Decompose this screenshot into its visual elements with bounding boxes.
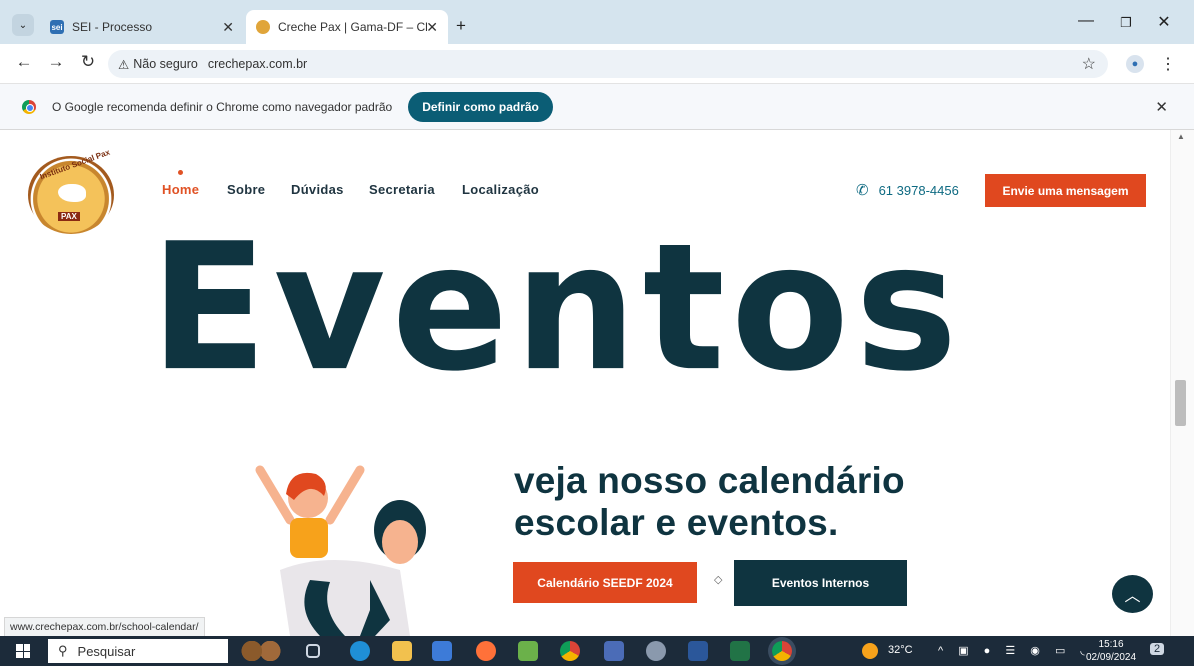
time: 15:16: [1098, 639, 1124, 650]
firefox-icon[interactable]: [476, 641, 496, 661]
page-scrollbar[interactable]: ▲: [1170, 130, 1194, 636]
search-placeholder: Pesquisar: [77, 643, 136, 659]
phone-contact[interactable]: ✆ 61 3978-4456: [856, 181, 959, 199]
subtitle-line-1: veja nosso calendário: [514, 460, 905, 501]
nav-sobre[interactable]: Sobre: [227, 182, 265, 197]
chrome-icon: [22, 99, 36, 114]
tab-creche-pax[interactable]: Creche Pax | Gama-DF – Clique ✕: [246, 10, 448, 44]
excel-icon[interactable]: [730, 641, 750, 661]
site-favicon-icon: [256, 20, 270, 34]
sei-icon: sei: [50, 20, 64, 34]
dove-icon: [58, 184, 86, 202]
minimize-icon[interactable]: —: [1071, 12, 1101, 30]
temperature[interactable]: 32°C: [888, 644, 913, 656]
date: 02/09/2024: [1086, 652, 1137, 663]
status-bar-url: www.crechepax.com.br/school-calendar/: [4, 617, 205, 636]
scroll-up-arrow-icon[interactable]: ▲: [1177, 132, 1185, 141]
task-view-icon[interactable]: [306, 644, 320, 658]
menu-icon[interactable]: ⋮: [1160, 54, 1176, 74]
printer-icon[interactable]: [646, 641, 666, 661]
close-window-icon[interactable]: ✕: [1149, 12, 1179, 32]
reload-icon[interactable]: ↻: [76, 52, 100, 72]
tab-search-button[interactable]: ⌄: [12, 14, 34, 36]
tab-title: SEI - Processo: [72, 20, 153, 34]
coconut-widget-icon[interactable]: [238, 641, 284, 661]
taskbar-search[interactable]: ⚲ Pesquisar: [48, 639, 228, 663]
close-icon[interactable]: ✕: [426, 19, 438, 36]
chrome-active-icon[interactable]: [772, 641, 792, 661]
profile-icon[interactable]: ●: [1126, 55, 1144, 73]
hero-title: Eventos: [150, 204, 964, 410]
calendar-seedf-button[interactable]: Calendário SEEDF 2024: [513, 562, 697, 603]
url-text: crechepax.com.br: [207, 57, 308, 71]
weather-icon[interactable]: [862, 643, 878, 659]
warning-icon: ⚠: [118, 57, 130, 72]
separator-icon: ◇: [714, 574, 723, 586]
subtitle: veja nosso calendário escolar e eventos.: [514, 460, 905, 544]
notification-count: 2: [1154, 643, 1161, 655]
system-tray-icons[interactable]: ^ ▣ ● ☰ ◉ ▭ ◟: [938, 644, 1091, 657]
bookmark-star-icon[interactable]: ☆: [1082, 54, 1096, 74]
chrome-taskbar-icon[interactable]: [560, 641, 580, 661]
default-browser-infobar: O Google recomenda definir o Chrome como…: [0, 84, 1194, 130]
site-logo[interactable]: Instituto Social Pax PAX: [28, 148, 114, 234]
file-explorer-icon[interactable]: [392, 641, 412, 661]
phone-icon: ✆: [856, 182, 869, 199]
nav-duvidas[interactable]: Dúvidas: [291, 182, 344, 197]
scrollbar-thumb[interactable]: [1175, 380, 1186, 426]
word-icon[interactable]: [688, 641, 708, 661]
scanner-icon[interactable]: [604, 641, 624, 661]
forward-icon[interactable]: →: [44, 52, 68, 72]
subtitle-line-2: escolar e eventos.: [514, 502, 839, 543]
logo-badge: PAX: [58, 212, 80, 221]
chevron-up-icon: ︿: [1124, 588, 1141, 605]
back-icon[interactable]: ←: [12, 52, 36, 72]
notifications-icon[interactable]: 2: [1150, 643, 1165, 655]
close-icon[interactable]: ✕: [1155, 98, 1168, 116]
set-default-button[interactable]: Definir como padrão: [408, 91, 553, 122]
logo-text: Instituto Social Pax: [38, 147, 112, 182]
nav-secretaria[interactable]: Secretaria: [369, 182, 435, 197]
app-icon[interactable]: [518, 641, 538, 661]
send-message-button[interactable]: Envie uma mensagem: [985, 174, 1146, 207]
tab-sei-processo[interactable]: sei SEI - Processo ✕: [40, 10, 244, 44]
nav-localizacao[interactable]: Localização: [462, 182, 539, 197]
restore-icon[interactable]: ❐: [1111, 15, 1141, 31]
edge-icon[interactable]: [350, 641, 370, 661]
security-indicator[interactable]: ⚠ Não seguro: [118, 57, 198, 72]
parent-child-illustration: [255, 465, 426, 636]
windows-taskbar: ⚲ Pesquisar 32°C ^ ▣ ● ☰ ◉ ▭ ◟ 15:16 02/…: [0, 636, 1194, 666]
nav-home[interactable]: Home: [162, 182, 199, 197]
address-bar[interactable]: ⚠ Não seguro crechepax.com.br ☆: [108, 50, 1108, 78]
new-tab-button[interactable]: +: [456, 16, 466, 36]
infobar-message: O Google recomenda definir o Chrome como…: [52, 99, 393, 114]
store-icon[interactable]: [432, 641, 452, 661]
page-content: Instituto Social Pax PAX Home Sobre Dúvi…: [0, 130, 1170, 636]
browser-toolbar: ← → ↻ ⚠ Não seguro crechepax.com.br ☆ ● …: [0, 44, 1194, 84]
scroll-to-top-button[interactable]: ︿: [1112, 575, 1153, 613]
security-label: Não seguro: [133, 57, 198, 71]
search-icon: ⚲: [58, 643, 68, 658]
active-nav-dot: [178, 170, 183, 175]
tab-title: Creche Pax | Gama-DF – Clique: [278, 20, 428, 34]
windows-start-icon[interactable]: [16, 644, 30, 658]
taskbar-clock[interactable]: 15:16 02/09/2024: [1086, 638, 1136, 664]
internal-events-button[interactable]: Eventos Internos: [734, 560, 907, 606]
browser-tab-strip: ⌄ sei SEI - Processo ✕ Creche Pax | Gama…: [0, 0, 1194, 44]
close-icon[interactable]: ✕: [222, 19, 234, 36]
phone-number: 61 3978-4456: [878, 182, 959, 198]
